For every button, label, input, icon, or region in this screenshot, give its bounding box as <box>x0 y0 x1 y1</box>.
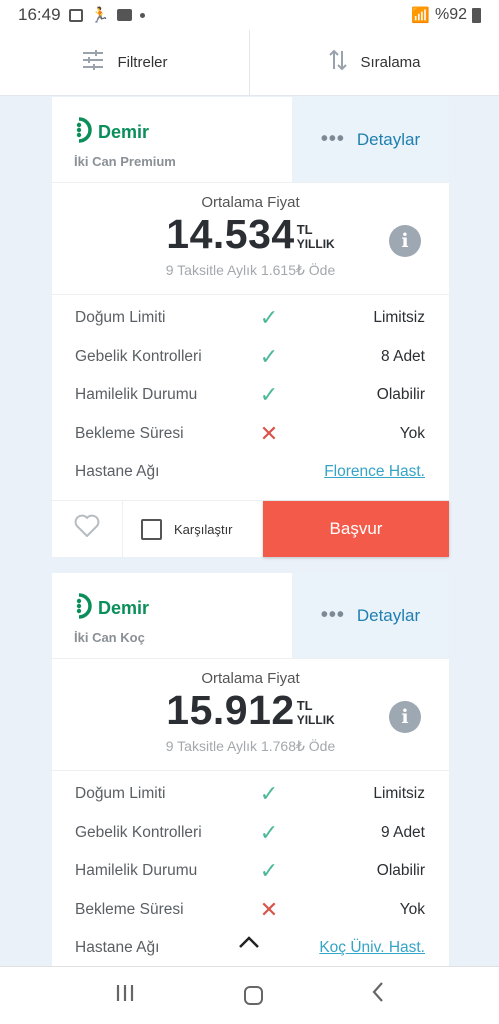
hospital-link[interactable]: Florence Hast. <box>289 463 425 481</box>
feature-value: Yok <box>399 900 425 918</box>
details-button[interactable]: ••• Detaylar <box>292 97 449 182</box>
hospital-label: Hastane Ağı <box>75 463 160 481</box>
scroll-to-top-button[interactable] <box>238 932 260 955</box>
check-icon: ✓ <box>259 382 279 408</box>
feature-label: Hamilelik Durumu <box>75 862 198 880</box>
feature-row: Doğum Limiti ✓ Limitsiz <box>52 299 449 338</box>
price-section: Ortalama Fiyat 15.912 TL YILLIK 9 Taksit… <box>52 659 449 771</box>
feature-value: 9 Adet <box>381 823 425 841</box>
more-dots-icon: ••• <box>320 604 345 626</box>
period-label: YILLIK <box>296 713 335 727</box>
filter-label: Filtreler <box>117 54 168 71</box>
feature-row: Hamilelik Durumu ✓ Olabilir <box>52 852 449 891</box>
info-icon[interactable]: i <box>389 225 421 257</box>
details-label: Detaylar <box>356 605 421 625</box>
period-label: YILLIK <box>296 237 335 251</box>
price-label: Ortalama Fiyat <box>201 194 300 211</box>
plan-card: Demir İki Can Premium ••• Detaylar Ortal… <box>52 97 449 557</box>
feature-label: Doğum Limiti <box>75 309 166 327</box>
chevron-up-icon <box>238 932 260 954</box>
feature-row: Gebelik Kontrolleri ✓ 8 Adet <box>52 338 449 377</box>
sliders-icon <box>81 49 105 77</box>
currency-label: TL <box>296 698 313 713</box>
insurer-brand: Demir İki Can Premium <box>52 97 292 182</box>
price-label: Ortalama Fiyat <box>201 670 300 687</box>
installment-text: 9 Taksitle Aylık 1.615₺ Öde <box>165 262 336 278</box>
recent-apps-icon[interactable] <box>114 982 136 1010</box>
info-icon[interactable]: i <box>389 701 421 733</box>
feature-value: 8 Adet <box>381 347 425 365</box>
insurer-name: Demir <box>98 122 150 142</box>
feature-row: Bekleme Süresi ✕ Yok <box>52 891 449 930</box>
check-icon: ✓ <box>259 858 279 884</box>
running-icon: 🏃 <box>90 7 110 24</box>
system-nav-bar <box>0 966 499 1024</box>
message-icon <box>117 9 133 21</box>
currency-label: TL <box>296 222 313 237</box>
insurer-brand: Demir İki Can Koç <box>52 573 292 658</box>
feature-row: Bekleme Süresi ✕ Yok <box>52 415 449 454</box>
demir-logo-icon <box>74 593 94 624</box>
hospital-label: Hastane Ağı <box>75 939 160 957</box>
feature-value: Olabilir <box>376 862 425 880</box>
filter-sort-bar: Filtreler Sıralama <box>0 30 499 96</box>
feature-label: Gebelik Kontrolleri <box>75 347 202 365</box>
compare-label: Karşılaştır <box>174 521 233 537</box>
feature-label: Bekleme Süresi <box>75 900 184 918</box>
wifi-icon: 📶 <box>411 7 430 24</box>
feature-label: Bekleme Süresi <box>75 424 184 442</box>
feature-value: Yok <box>399 424 425 442</box>
cross-icon: ✕ <box>259 896 279 922</box>
sort-arrows-icon <box>328 48 348 78</box>
details-label: Detaylar <box>356 129 421 149</box>
gallery-icon <box>68 8 83 22</box>
feature-label: Gebelik Kontrolleri <box>75 823 202 841</box>
feature-label: Hamilelik Durumu <box>75 386 198 404</box>
sort-button[interactable]: Sıralama <box>249 30 499 95</box>
check-icon: ✓ <box>259 343 279 369</box>
feature-row: Gebelik Kontrolleri ✓ 9 Adet <box>52 814 449 853</box>
demir-logo-icon <box>74 117 94 148</box>
favorite-button[interactable] <box>52 501 123 557</box>
filter-button[interactable]: Filtreler <box>0 30 249 95</box>
feature-row: Doğum Limiti ✓ Limitsiz <box>52 775 449 814</box>
feature-row: Hastane Ağı Florence Hast. <box>52 453 449 492</box>
more-dots-icon: ••• <box>320 128 345 150</box>
heart-icon <box>74 514 100 545</box>
plan-card: Demir İki Can Koç ••• Detaylar Ortalama … <box>52 573 449 966</box>
feature-row: Hamilelik Durumu ✓ Olabilir <box>52 376 449 415</box>
compare-checkbox[interactable] <box>141 518 162 540</box>
battery-icon <box>472 7 481 23</box>
more-notifications-icon <box>140 12 146 18</box>
back-icon[interactable] <box>371 981 385 1010</box>
price-value: 14.534 <box>166 211 295 257</box>
sort-label: Sıralama <box>360 54 421 71</box>
battery-percent: %92 <box>434 6 467 23</box>
plan-name: İki Can Koç <box>74 630 145 645</box>
status-bar: 16:49 🏃 📶 %92 <box>0 0 499 30</box>
feature-value: Limitsiz <box>373 785 425 803</box>
clock: 16:49 <box>18 5 61 24</box>
feature-label: Doğum Limiti <box>75 785 166 803</box>
price-section: Ortalama Fiyat 14.534 TL YILLIK 9 Taksit… <box>52 183 449 295</box>
hospital-link[interactable]: Koç Üniv. Hast. <box>289 939 425 957</box>
feature-list: Doğum Limiti ✓ Limitsiz Gebelik Kontroll… <box>52 295 449 492</box>
home-icon[interactable] <box>244 986 263 1005</box>
check-icon: ✓ <box>259 305 279 331</box>
feature-value: Limitsiz <box>373 309 425 327</box>
feature-value: Olabilir <box>376 386 425 404</box>
compare-toggle[interactable]: Karşılaştır <box>123 501 263 557</box>
details-button[interactable]: ••• Detaylar <box>292 573 449 658</box>
insurer-name: Demir <box>98 598 150 618</box>
check-icon: ✓ <box>259 819 279 845</box>
check-icon: ✓ <box>259 781 279 807</box>
installment-text: 9 Taksitle Aylık 1.768₺ Öde <box>165 738 336 754</box>
plan-name: İki Can Premium <box>74 154 176 169</box>
price-value: 15.912 <box>166 687 295 733</box>
apply-button[interactable]: Başvur <box>263 501 449 557</box>
cross-icon: ✕ <box>259 420 279 446</box>
